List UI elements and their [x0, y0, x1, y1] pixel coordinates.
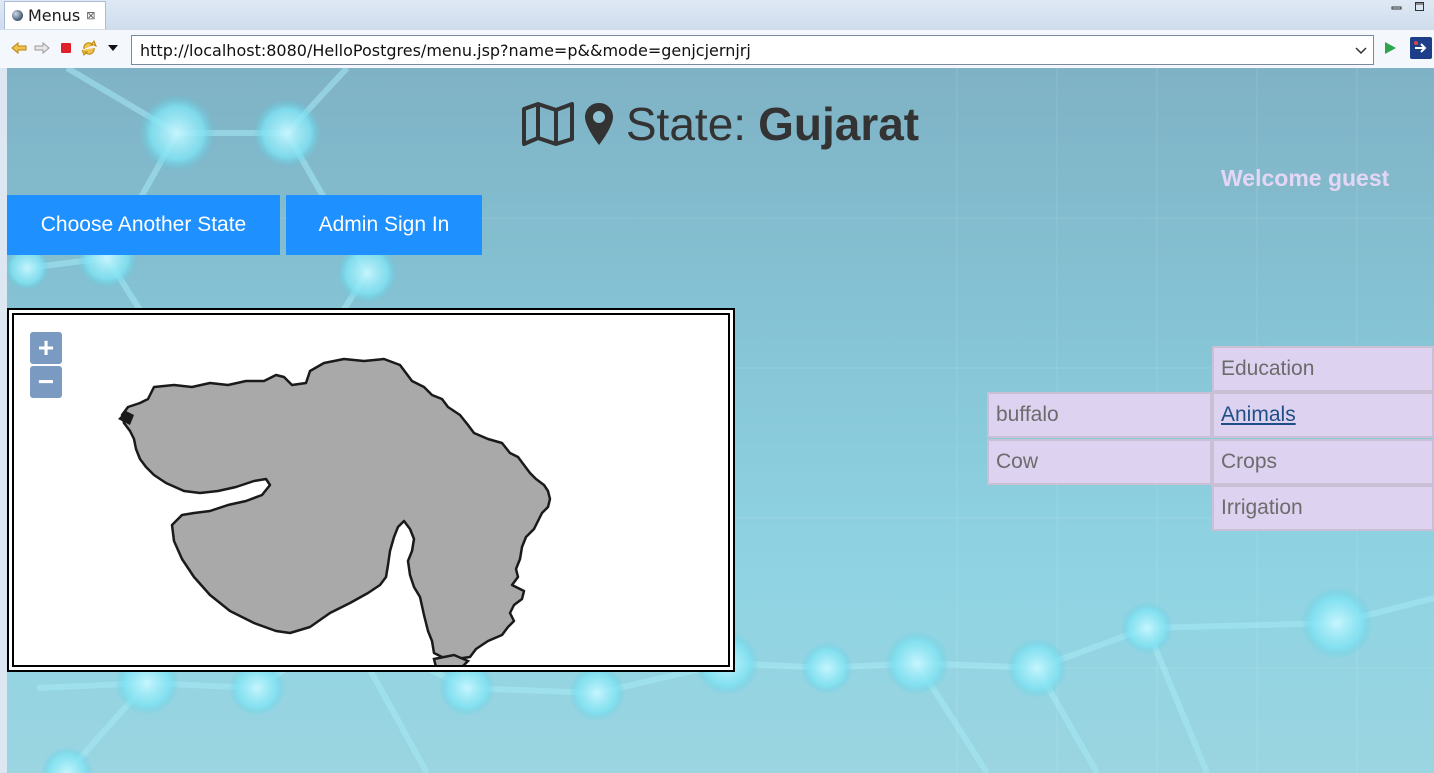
editor-tab-strip: Menus ⊠: [0, 0, 1434, 31]
external-browser-icon: [1410, 37, 1432, 59]
close-tab-icon[interactable]: ⊠: [86, 9, 95, 22]
menu-category-label: Education: [1221, 357, 1315, 380]
chevron-down-icon[interactable]: [1352, 41, 1370, 59]
menu-category-irrigation[interactable]: Irrigation: [1212, 485, 1434, 531]
submenu-item-cow[interactable]: Cow: [987, 439, 1212, 485]
history-dropdown-button[interactable]: [104, 39, 122, 57]
menu-category-label: Crops: [1221, 450, 1278, 473]
page-title: State: Gujarat: [7, 94, 1434, 154]
tab-menus[interactable]: Menus ⊠: [4, 1, 106, 29]
go-button[interactable]: [1381, 39, 1399, 57]
maximize-icon[interactable]: [1414, 1, 1426, 13]
minimize-icon[interactable]: [1391, 3, 1403, 13]
menu-category-animals[interactable]: Animals: [1212, 392, 1434, 438]
menu-category-education[interactable]: Education: [1212, 346, 1434, 392]
forward-arrow-icon: [34, 41, 50, 55]
stop-icon: [61, 43, 71, 53]
welcome-message: Welcome guest: [1221, 165, 1390, 191]
tab-label: Menus: [28, 6, 81, 25]
back-arrow-icon: [11, 41, 27, 55]
map-icon: [521, 102, 574, 146]
menu-category-crops[interactable]: Crops: [1212, 439, 1434, 485]
state-label: State:: [625, 98, 747, 150]
state-map[interactable]: + −: [7, 308, 735, 672]
state-name: Gujarat: [758, 98, 920, 150]
dropdown-triangle-icon: [108, 45, 118, 51]
menu-category-link[interactable]: Animals: [1221, 403, 1296, 426]
stop-button[interactable]: [57, 39, 75, 57]
back-button[interactable]: [10, 39, 28, 57]
web-page: State: Gujarat Welcome guest Choose Anot…: [7, 68, 1434, 773]
submenu-item-label: Cow: [996, 450, 1039, 473]
submenu-item-label: buffalo: [996, 403, 1059, 426]
forward-button[interactable]: [33, 39, 51, 57]
browser-globe-icon: [12, 10, 23, 21]
open-external-button[interactable]: [1409, 36, 1433, 60]
admin-sign-in-button[interactable]: Admin Sign In: [286, 195, 482, 255]
refresh-icon: [81, 40, 97, 56]
choose-another-state-button[interactable]: Choose Another State: [7, 195, 280, 255]
location-pin-icon: [584, 103, 613, 145]
gujarat-map-shape: [118, 357, 552, 665]
refresh-button[interactable]: [80, 39, 98, 57]
address-bar-input[interactable]: [131, 35, 1374, 65]
play-icon: [1385, 42, 1396, 54]
zoom-out-button[interactable]: −: [30, 366, 62, 398]
menu-category-label: Irrigation: [1221, 496, 1303, 519]
zoom-in-button[interactable]: +: [30, 332, 62, 364]
submenu-item-buffalo[interactable]: buffalo: [987, 392, 1212, 438]
map-viewport[interactable]: + −: [12, 313, 730, 667]
